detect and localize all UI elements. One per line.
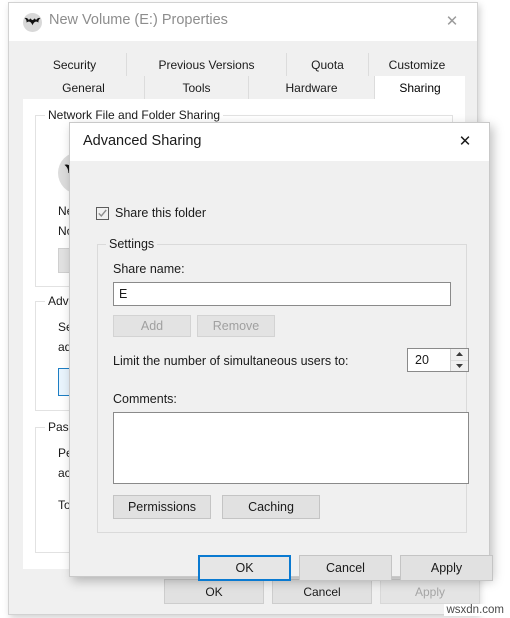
watermark: wsxdn.com [444,604,506,616]
properties-tabstrip: Security Previous Versions Quota Customi… [23,53,465,99]
permissions-button[interactable]: Permissions [113,495,211,519]
advanced-sharing-titlebar: Advanced Sharing ✕ [70,123,489,161]
network-file-sharing-label: Network File and Folder Sharing [45,108,224,122]
share-name-label: Share name: [113,262,185,276]
tab-hardware[interactable]: Hardware [249,76,375,99]
limit-users-label: Limit the number of simultaneous users t… [113,354,349,368]
tab-row-bottom: General Tools Hardware Sharing [23,76,465,99]
comments-label: Comments: [113,392,177,406]
close-icon[interactable]: ✕ [447,128,483,156]
share-this-folder-checkbox[interactable] [96,206,109,220]
tab-customize[interactable]: Customize [369,53,465,76]
limit-users-spinner[interactable]: 20 [407,348,469,372]
properties-cancel-button[interactable]: Cancel [272,579,372,604]
settings-group: Settings Share name: E Add Remove Limit … [97,237,469,533]
settings-group-label: Settings [106,237,158,251]
properties-window-title: New Volume (E:) Properties [49,12,228,28]
bat-drive-icon [23,13,42,32]
caching-button[interactable]: Caching [222,495,320,519]
tab-previous-versions[interactable]: Previous Versions [127,53,287,76]
tab-sharing[interactable]: Sharing [375,76,465,99]
spinner-buttons [450,349,468,371]
share-this-folder-label: Share this folder [115,206,207,220]
tab-row-top: Security Previous Versions Quota Customi… [23,53,465,76]
advanced-sharing-title: Advanced Sharing [83,133,202,149]
screenshot-root: New Volume (E:) Properties ✕ Security Pr… [0,0,510,618]
spinner-down-icon[interactable] [451,361,468,372]
limit-users-value[interactable]: 20 [408,349,450,371]
tab-security[interactable]: Security [23,53,127,76]
share-name-input[interactable]: E [113,282,451,306]
tab-general[interactable]: General [23,76,145,99]
advanced-sharing-dialog: Advanced Sharing ✕ Share this folder Set… [69,122,493,581]
properties-apply-button: Apply [380,579,480,604]
spinner-up-icon[interactable] [451,349,468,361]
check-icon [98,209,107,217]
share-this-folder-row[interactable]: Share this folder [96,206,206,220]
advanced-ok-button[interactable]: OK [198,555,291,581]
comments-textarea[interactable] [113,412,469,484]
add-button: Add [113,315,191,337]
close-icon[interactable]: ✕ [435,9,469,35]
remove-button: Remove [197,315,275,337]
advanced-sharing-body: Share this folder Settings Share name: E… [70,161,493,581]
properties-ok-button[interactable]: OK [164,579,264,604]
advanced-apply-button[interactable]: Apply [400,555,493,581]
tab-quota[interactable]: Quota [287,53,369,76]
advanced-cancel-button[interactable]: Cancel [299,555,392,581]
tab-tools[interactable]: Tools [145,76,249,99]
properties-titlebar: New Volume (E:) Properties ✕ [9,3,477,41]
